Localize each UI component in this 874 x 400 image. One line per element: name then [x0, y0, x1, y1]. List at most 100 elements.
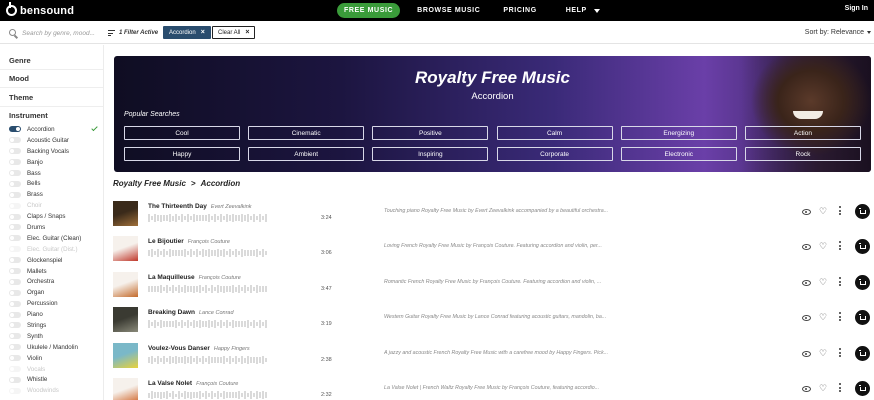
nav-pricing[interactable]: PRICING [503, 7, 536, 14]
track-title[interactable]: La Maquilleuse François Couture [148, 274, 241, 281]
popular-search-pill[interactable]: Corporate [496, 147, 613, 161]
track-title[interactable]: La Valse Nolet François Couture [148, 380, 238, 387]
add-to-cart-button[interactable] [855, 310, 870, 325]
popular-search-pill[interactable]: Rock [744, 147, 861, 161]
nav-browse-music[interactable]: BROWSE MUSIC [417, 7, 480, 14]
popular-search-pill[interactable]: Action [744, 126, 861, 140]
toggle-switch[interactable] [9, 148, 21, 155]
sidebar-item-instrument[interactable]: Synth [9, 331, 101, 342]
eye-icon[interactable] [802, 386, 811, 392]
logo[interactable]: bensound [6, 2, 74, 17]
sidebar-item-instrument[interactable]: Percussion [9, 298, 101, 309]
sidebar-item-instrument[interactable]: Bells [9, 178, 101, 189]
toggle-switch[interactable] [9, 289, 21, 296]
toggle-switch[interactable] [9, 257, 21, 264]
filters-active-count[interactable]: 1 Filter Active [119, 30, 158, 36]
sidebar-item-instrument[interactable]: Backing Vocals [9, 146, 101, 157]
track-title[interactable]: Le Bijoutier François Couture [148, 238, 230, 245]
toggle-switch[interactable] [9, 333, 21, 340]
track-row[interactable]: Breaking Dawn Lance Conrad 3:19 Western Gui… [113, 304, 871, 334]
eye-icon[interactable] [802, 209, 811, 215]
toggle-switch[interactable] [9, 311, 21, 318]
sidebar-item-instrument[interactable]: Banjo [9, 157, 101, 168]
more-options-icon[interactable] [839, 277, 841, 286]
track-row[interactable]: The Thirteenth Day Evert Zeevalkink 3:24 To… [113, 198, 871, 228]
sidebar-item-instrument[interactable]: Mallets [9, 266, 101, 277]
track-cover-image[interactable] [113, 307, 138, 332]
track-cover-image[interactable] [113, 236, 138, 261]
breadcrumb-root[interactable]: Royalty Free Music [113, 179, 186, 188]
eye-icon[interactable] [802, 315, 811, 321]
track-cover-image[interactable] [113, 378, 138, 400]
track-row[interactable]: La Maquilleuse François Couture 3:47 Romant… [113, 269, 871, 299]
sidebar-item-instrument[interactable]: Orchestra [9, 276, 101, 287]
sidebar-item-instrument[interactable]: Accordion [9, 124, 101, 135]
add-to-cart-button[interactable] [855, 239, 870, 254]
track-title[interactable]: The Thirteenth Day Evert Zeevalkink [148, 203, 252, 210]
track-waveform[interactable] [148, 320, 270, 328]
toggle-switch[interactable] [9, 278, 21, 285]
sidebar-item-instrument[interactable]: Strings [9, 320, 101, 331]
sidebar-item-instrument[interactable]: Claps / Snaps [9, 211, 101, 222]
track-artist[interactable]: François Couture [199, 275, 241, 281]
track-waveform[interactable] [148, 391, 270, 399]
toggle-switch[interactable] [9, 300, 21, 307]
sidebar-item-instrument[interactable]: Elec. Guitar (Clean) [9, 233, 101, 244]
clear-all-button[interactable]: Clear All × [212, 26, 256, 39]
sidebar-item-instrument[interactable]: Ukulele / Mandolin [9, 342, 101, 353]
toggle-switch[interactable] [9, 137, 21, 144]
sidebar-section-mood[interactable]: Mood [9, 74, 29, 83]
track-waveform[interactable] [148, 285, 270, 293]
track-artist[interactable]: Happy Fingers [214, 346, 250, 352]
popular-search-pill[interactable]: Cool [124, 126, 240, 140]
track-waveform[interactable] [148, 249, 270, 257]
track-cover-image[interactable] [113, 201, 138, 226]
add-to-cart-button[interactable] [855, 204, 870, 219]
track-cover-image[interactable] [113, 343, 138, 368]
track-row[interactable]: Voulez-Vous Danser Happy Fingers 2:38 A jaz… [113, 340, 871, 370]
more-options-icon[interactable] [839, 348, 841, 357]
eye-icon[interactable] [802, 280, 811, 286]
sidebar-item-instrument[interactable]: Piano [9, 309, 101, 320]
add-to-cart-button[interactable] [855, 275, 870, 290]
more-options-icon[interactable] [839, 241, 841, 250]
toggle-switch[interactable] [9, 191, 21, 198]
track-artist[interactable]: François Couture [188, 239, 230, 245]
track-waveform[interactable] [148, 356, 270, 364]
popular-search-pill[interactable]: Happy [124, 147, 240, 161]
track-artist[interactable]: Evert Zeevalkink [211, 204, 252, 210]
toggle-switch[interactable] [9, 180, 21, 187]
track-row[interactable]: La Valse Nolet François Couture 2:32 La Val… [113, 375, 871, 400]
toggle-switch[interactable] [9, 224, 21, 231]
sidebar-item-instrument[interactable]: Drums [9, 222, 101, 233]
heart-icon[interactable]: ♡ [819, 278, 827, 287]
popular-search-pill[interactable]: Positive [372, 126, 489, 140]
sidebar-item-instrument[interactable]: Acoustic Guitar [9, 135, 101, 146]
toggle-switch[interactable] [9, 170, 21, 176]
nav-free-music[interactable]: FREE MUSIC [337, 3, 401, 18]
popular-search-pill[interactable]: Cinematic [248, 126, 365, 140]
popular-search-pill[interactable]: Energizing [620, 126, 737, 140]
track-title[interactable]: Breaking Dawn Lance Conrad [148, 309, 234, 316]
sidebar-section-genre[interactable]: Genre [9, 56, 31, 65]
toggle-switch[interactable] [9, 235, 21, 242]
track-artist[interactable]: François Couture [196, 381, 238, 387]
add-to-cart-button[interactable] [855, 381, 870, 396]
sidebar-section-instrument[interactable]: Instrument [9, 111, 48, 120]
active-filter-chip[interactable]: Accordion × [163, 26, 211, 39]
nav-help[interactable]: HELP [566, 7, 600, 14]
heart-icon[interactable]: ♡ [819, 207, 827, 216]
popular-search-pill[interactable]: Inspiring [372, 147, 489, 161]
sidebar-item-instrument[interactable]: Whistle [9, 374, 101, 385]
toggle-switch[interactable] [9, 159, 21, 166]
toggle-switch[interactable] [9, 355, 21, 362]
toggle-switch[interactable] [9, 344, 21, 351]
track-cover-image[interactable] [113, 272, 138, 297]
track-waveform[interactable] [148, 214, 270, 222]
more-options-icon[interactable] [839, 312, 841, 321]
track-artist[interactable]: Lance Conrad [199, 310, 234, 316]
toggle-switch[interactable] [9, 268, 21, 275]
popular-search-pill[interactable]: Calm [496, 126, 613, 140]
eye-icon[interactable] [802, 244, 811, 250]
more-options-icon[interactable] [839, 383, 841, 392]
